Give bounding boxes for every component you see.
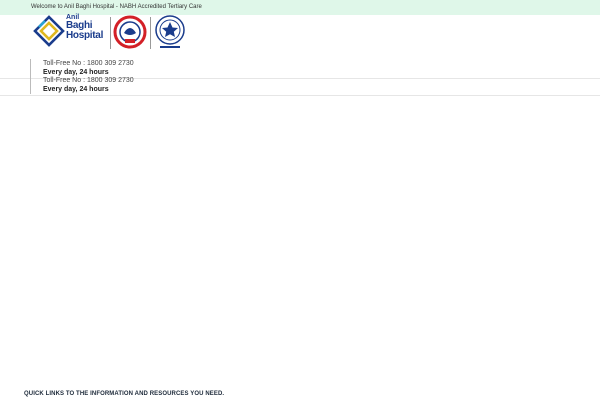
hospital-logo-text: Anil Baghi Hospital [66, 14, 104, 41]
open-hours: Every day, 24 hours [43, 86, 109, 93]
toll-free-number[interactable]: Toll-Free No : 1800 309 2730 [43, 76, 134, 85]
quick-links-heading: QUICK LINKS TO THE INFORMATION AND RESOU… [24, 391, 225, 397]
top-welcome-bar: Welcome to Anil Baghi Hospital - NABH Ac… [0, 0, 600, 15]
contact-block-2: Toll-Free No : 1800 309 2730 Every day, … [30, 76, 134, 94]
contact-block-1: Toll-Free No : 1800 309 2730 Every day, … [30, 59, 134, 77]
welcome-text: Welcome to Anil Baghi Hospital - NABH Ac… [31, 4, 202, 10]
header-logos[interactable]: Anil Baghi Hospital [33, 14, 188, 51]
hospital-logo-mark [33, 15, 65, 47]
logo-divider [110, 17, 111, 49]
header-separator-2 [0, 95, 600, 96]
nabh-accreditation-badge [113, 15, 147, 49]
badge-divider [150, 17, 151, 49]
certification-seal [155, 15, 185, 48]
logo-line-3: Hospital [66, 30, 104, 41]
toll-free-number[interactable]: Toll-Free No : 1800 309 2730 [43, 59, 134, 68]
